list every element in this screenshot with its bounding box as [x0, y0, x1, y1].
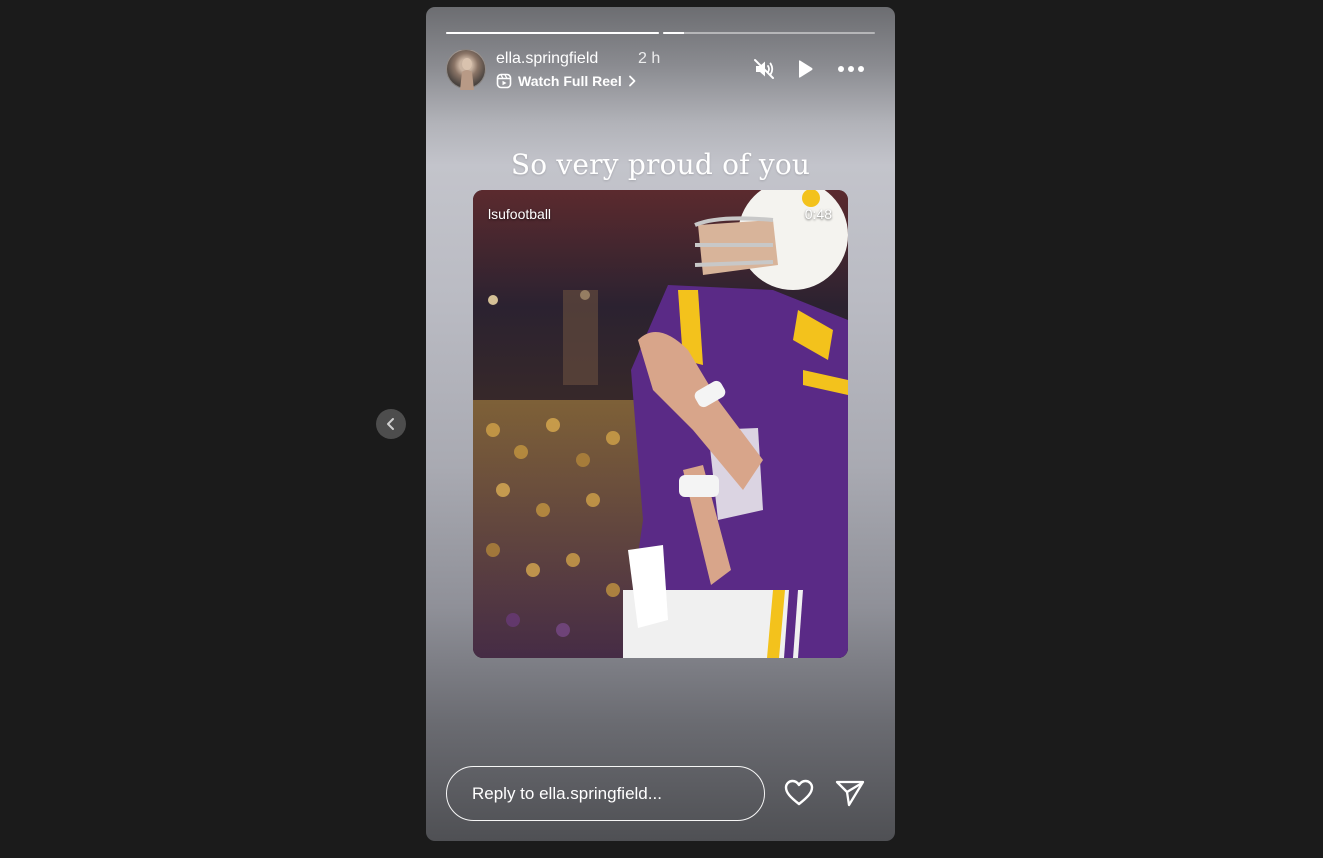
- story-card[interactable]: ella.springfield 2 h Watch Full Reel So …: [426, 7, 895, 841]
- story-username[interactable]: ella.springfield: [496, 50, 598, 68]
- progress-segment: [662, 32, 875, 34]
- send-icon: [835, 780, 865, 807]
- reel-icon: [496, 73, 512, 89]
- progress-segment: [446, 32, 659, 34]
- send-button[interactable]: [835, 778, 865, 808]
- mute-button[interactable]: [752, 57, 776, 81]
- reel-author-handle: lsufootball: [488, 206, 552, 222]
- chevron-right-icon: [628, 75, 636, 87]
- heart-icon: [784, 779, 814, 806]
- progress-segment-fill: [446, 32, 659, 34]
- avatar-image: [460, 58, 474, 90]
- reel-duration: 0:48: [804, 206, 832, 222]
- story-caption: So very proud of you: [510, 148, 811, 181]
- previous-story-button[interactable]: [376, 409, 406, 439]
- story-header: ella.springfield 2 h Watch Full Reel: [446, 49, 875, 91]
- chevron-left-icon: [387, 418, 394, 430]
- muted-speaker-icon: [754, 59, 774, 79]
- more-options-icon: [838, 66, 864, 72]
- play-button[interactable]: [793, 57, 817, 81]
- like-button[interactable]: [784, 779, 814, 807]
- story-time-ago: 2 h: [638, 50, 661, 67]
- story-viewer: ella.springfield 2 h Watch Full Reel So …: [0, 0, 1323, 858]
- play-icon: [799, 60, 813, 78]
- avatar[interactable]: [446, 49, 486, 90]
- shared-reel-card[interactable]: lsufootball 0:48: [473, 190, 848, 658]
- more-options-button[interactable]: [837, 57, 865, 81]
- watch-full-reel-link[interactable]: Watch Full Reel: [496, 73, 637, 89]
- story-progress-bar: [446, 32, 875, 34]
- reply-input[interactable]: [446, 766, 765, 821]
- watch-full-reel-label: Watch Full Reel: [518, 73, 622, 89]
- progress-segment-fill: [662, 32, 684, 34]
- reel-thumbnail: [473, 190, 848, 658]
